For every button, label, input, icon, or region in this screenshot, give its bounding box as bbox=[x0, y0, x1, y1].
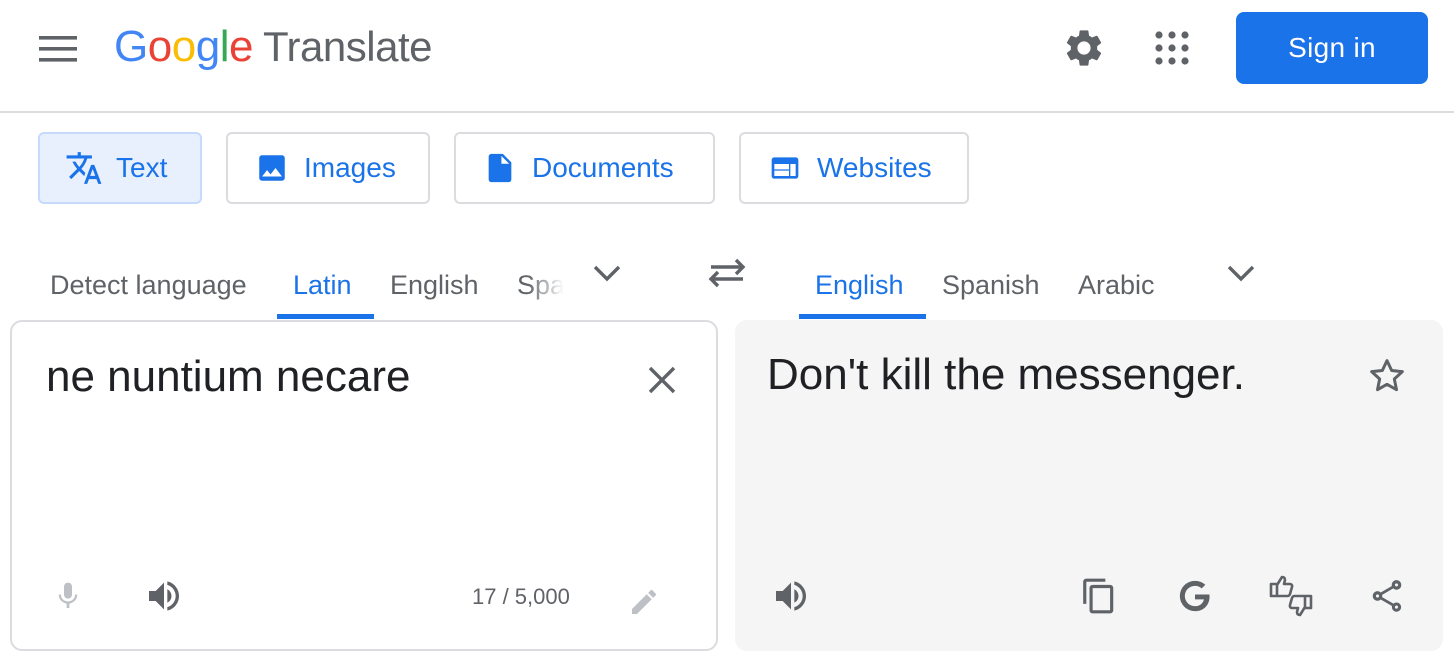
source-lang-latin[interactable]: Latin bbox=[293, 250, 352, 320]
mode-tab-text[interactable]: Text bbox=[38, 132, 202, 204]
target-lang-active-indicator bbox=[799, 314, 926, 319]
mode-tab-label: Documents bbox=[532, 152, 674, 183]
swap-languages-button[interactable] bbox=[702, 248, 752, 298]
mode-tab-label: Text bbox=[116, 152, 168, 183]
sign-in-button[interactable]: Sign in bbox=[1236, 12, 1428, 84]
translate-icon bbox=[64, 148, 104, 188]
settings-gear-icon bbox=[1066, 30, 1102, 66]
source-lang-detect[interactable]: Detect language bbox=[50, 250, 247, 320]
source-lang-english[interactable]: English bbox=[390, 250, 479, 320]
source-text-input[interactable]: ne nuntium necare bbox=[46, 352, 410, 402]
google-apps-button[interactable] bbox=[1148, 24, 1196, 72]
main-menu-button[interactable] bbox=[30, 26, 86, 72]
logo-letter: G bbox=[114, 22, 148, 71]
clear-source-button[interactable] bbox=[636, 354, 688, 406]
logo-letter: e bbox=[228, 22, 253, 71]
logo-letter: o bbox=[171, 22, 196, 71]
google-g-icon bbox=[1179, 580, 1211, 612]
app-header: Google Translate Sign in bbox=[0, 0, 1454, 113]
product-name: Translate bbox=[262, 23, 433, 70]
listen-translation-button[interactable] bbox=[765, 570, 817, 622]
website-icon bbox=[765, 148, 805, 188]
logo-letter: l bbox=[219, 22, 230, 71]
share-translation-button[interactable] bbox=[1361, 570, 1413, 622]
logo-letter: o bbox=[147, 22, 172, 71]
document-icon bbox=[480, 148, 520, 188]
mode-tab-label: Images bbox=[304, 152, 396, 183]
google-wordmark: Google bbox=[114, 22, 253, 72]
mode-tab-documents[interactable]: Documents bbox=[454, 132, 715, 204]
chevron-down-icon bbox=[1227, 265, 1255, 282]
microphone-icon bbox=[58, 582, 78, 608]
character-count: 17 / 5,000 bbox=[472, 584, 570, 609]
source-lang-more-button[interactable] bbox=[582, 248, 632, 298]
translation-text: Don't kill the messenger. bbox=[767, 350, 1245, 399]
mode-tab-label: Websites bbox=[817, 152, 932, 183]
rate-translation-button[interactable] bbox=[1265, 570, 1317, 622]
copy-icon bbox=[1083, 578, 1114, 614]
google-search-button[interactable] bbox=[1169, 570, 1221, 622]
target-lang-english[interactable]: English bbox=[815, 250, 904, 320]
mode-tab-websites[interactable]: Websites bbox=[739, 132, 969, 204]
logo-letter: g bbox=[195, 22, 220, 71]
mode-tab-images[interactable]: Images bbox=[226, 132, 430, 204]
speaker-icon bbox=[776, 581, 806, 611]
chevron-down-icon bbox=[593, 265, 621, 282]
edit-source-button[interactable] bbox=[618, 576, 670, 628]
copy-translation-button[interactable] bbox=[1073, 570, 1125, 622]
target-lang-more-button[interactable] bbox=[1216, 248, 1266, 298]
thumbs-up-down-icon bbox=[1269, 575, 1313, 617]
target-lang-arabic[interactable]: Arabic bbox=[1078, 250, 1155, 320]
menu-icon bbox=[39, 36, 77, 62]
apps-grid-icon bbox=[1155, 31, 1189, 65]
source-lang-active-indicator bbox=[277, 314, 374, 319]
star-outline-icon bbox=[1370, 359, 1404, 392]
swap-arrows-icon bbox=[708, 258, 746, 288]
image-icon bbox=[252, 148, 292, 188]
translation-output-panel: Don't kill the messenger. bbox=[735, 320, 1443, 651]
close-icon bbox=[648, 366, 676, 394]
voice-input-button[interactable] bbox=[42, 570, 94, 622]
save-translation-button[interactable] bbox=[1361, 350, 1413, 402]
share-icon bbox=[1372, 580, 1402, 612]
speaker-icon bbox=[149, 581, 179, 611]
source-text-panel: ne nuntium necare 17 / 5,000 bbox=[10, 320, 718, 651]
source-lang-spanish[interactable]: Spa bbox=[517, 250, 569, 320]
pencil-icon bbox=[632, 589, 657, 614]
target-lang-spanish[interactable]: Spanish bbox=[942, 250, 1040, 320]
settings-button[interactable] bbox=[1060, 24, 1108, 72]
google-translate-logo[interactable]: Google Translate bbox=[114, 22, 432, 78]
listen-source-button[interactable] bbox=[138, 570, 190, 622]
